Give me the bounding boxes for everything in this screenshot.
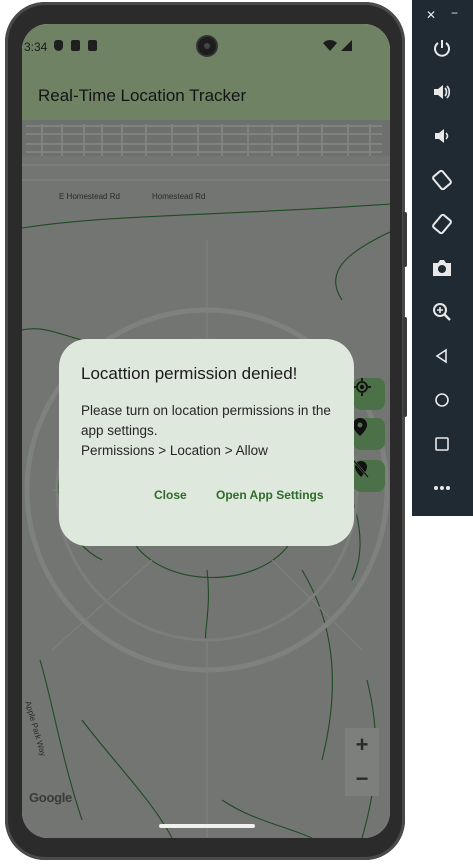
phone-volume-rocker <box>403 317 407 417</box>
dialog-message-line: Permissions > Location > Allow <box>81 443 268 458</box>
power-icon <box>434 40 450 57</box>
zoom-button[interactable] <box>428 298 456 326</box>
phone-frame: E Homestead Rd Homestead Rd Apple Park W… <box>5 2 407 860</box>
overview-icon <box>435 437 449 451</box>
more-button[interactable] <box>428 474 456 502</box>
permission-dialog: Locattion permission denied! Please turn… <box>59 339 354 546</box>
emulator-window-controls: ✕ − <box>412 6 473 24</box>
dialog-message: Please turn on location permissions in t… <box>81 401 341 461</box>
volume-down-icon <box>435 129 449 143</box>
rotate-right-icon <box>432 213 452 235</box>
power-button[interactable] <box>428 34 456 62</box>
back-icon <box>435 348 447 364</box>
zoom-icon <box>433 303 451 321</box>
back-button[interactable] <box>428 342 456 370</box>
rotate-left-icon <box>432 169 452 191</box>
volume-down-button[interactable] <box>428 122 456 150</box>
volume-up-icon <box>434 85 451 99</box>
dialog-message-line: Please turn on location permissions in t… <box>81 403 331 438</box>
overview-button[interactable] <box>428 430 456 458</box>
camera-icon <box>433 260 451 276</box>
emulator-toolbar: ✕ − <box>412 0 473 516</box>
rotate-right-button[interactable] <box>428 210 456 238</box>
close-button[interactable]: Close <box>154 488 187 502</box>
rotate-left-button[interactable] <box>428 166 456 194</box>
screenshot-button[interactable] <box>428 254 456 282</box>
open-app-settings-button[interactable]: Open App Settings <box>216 488 324 502</box>
device-screen: E Homestead Rd Homestead Rd Apple Park W… <box>22 24 390 838</box>
home-button[interactable] <box>428 386 456 414</box>
more-icon <box>434 486 450 490</box>
phone-side-button <box>403 212 407 267</box>
minimize-icon[interactable]: − <box>451 6 458 20</box>
dialog-title: Locattion permission denied! <box>81 364 298 383</box>
volume-up-button[interactable] <box>428 78 456 106</box>
home-icon <box>435 393 449 407</box>
close-icon[interactable]: ✕ <box>426 8 436 22</box>
gesture-nav-handle[interactable] <box>159 824 255 828</box>
